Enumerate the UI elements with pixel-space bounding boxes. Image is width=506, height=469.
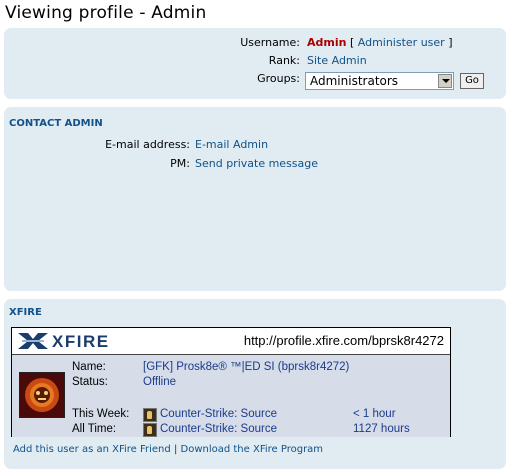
page-title: Viewing profile - Admin <box>5 3 207 23</box>
link-separator: | <box>173 444 178 455</box>
pm-label: PM: <box>170 157 190 170</box>
administer-bracket-close: ] <box>448 36 453 49</box>
xfire-all-time-label: All Time: <box>72 423 117 435</box>
administer-bracket-open: [ <box>349 36 355 49</box>
xfire-this-week-game: Counter-Strike: Source <box>160 408 277 420</box>
username-label: Username: <box>240 36 300 49</box>
rank-text: Site Admin <box>307 54 367 67</box>
xfire-this-week-time: < 1 hour <box>353 408 396 420</box>
xfire-body: Name: [GFK] Prosk8e® ™|ED SI (bprsk8r427… <box>12 355 450 437</box>
xfire-widget[interactable]: XFIRE http://profile.xfire.com/bprsk8r42… <box>11 327 451 437</box>
pm-link[interactable]: Send private message <box>195 157 318 170</box>
xfire-heading: XFIRE <box>9 307 42 318</box>
xfire-status-value: Offline <box>143 376 177 388</box>
rank-value: Site Admin <box>307 54 367 67</box>
contact-panel <box>4 107 506 291</box>
rank-label: Rank: <box>268 54 300 67</box>
go-button[interactable]: Go <box>460 73 484 89</box>
groups-select[interactable]: Administrators <box>305 72 454 90</box>
counter-strike-icon <box>143 423 157 437</box>
xfire-footer-links: Add this user as an XFire Friend | Downl… <box>13 444 323 455</box>
email-link[interactable]: E-mail Admin <box>195 138 268 151</box>
contact-heading: CONTACT ADMIN <box>9 118 103 129</box>
avatar <box>19 372 65 418</box>
username-link[interactable]: Admin <box>307 36 346 49</box>
email-label: E-mail address: <box>105 138 190 151</box>
counter-strike-icon <box>143 408 157 422</box>
xfire-header: XFIRE http://profile.xfire.com/bprsk8r42… <box>12 328 450 355</box>
xfire-x-icon <box>18 333 48 349</box>
xfire-logo-text: XFIRE <box>52 332 110 351</box>
administer-user-link[interactable]: Administer user <box>358 36 445 49</box>
groups-selected-value: Administrators <box>310 74 399 88</box>
download-xfire-link[interactable]: Download the XFire Program <box>181 444 324 455</box>
xfire-this-week-label: This Week: <box>72 408 130 420</box>
groups-label: Groups: <box>257 72 300 85</box>
xfire-profile-url[interactable]: http://profile.xfire.com/bprsk8r4272 <box>244 333 444 348</box>
xfire-all-time-game: Counter-Strike: Source <box>160 423 277 435</box>
xfire-name-label: Name: <box>72 361 106 373</box>
xfire-all-time-time: 1127 hours <box>353 423 410 435</box>
xfire-name-value: [GFK] Prosk8e® ™|ED SI (bprsk8r4272) <box>143 361 350 373</box>
add-xfire-friend-link[interactable]: Add this user as an XFire Friend <box>13 444 171 455</box>
xfire-status-label: Status: <box>72 376 108 388</box>
chevron-down-icon[interactable] <box>438 74 452 88</box>
